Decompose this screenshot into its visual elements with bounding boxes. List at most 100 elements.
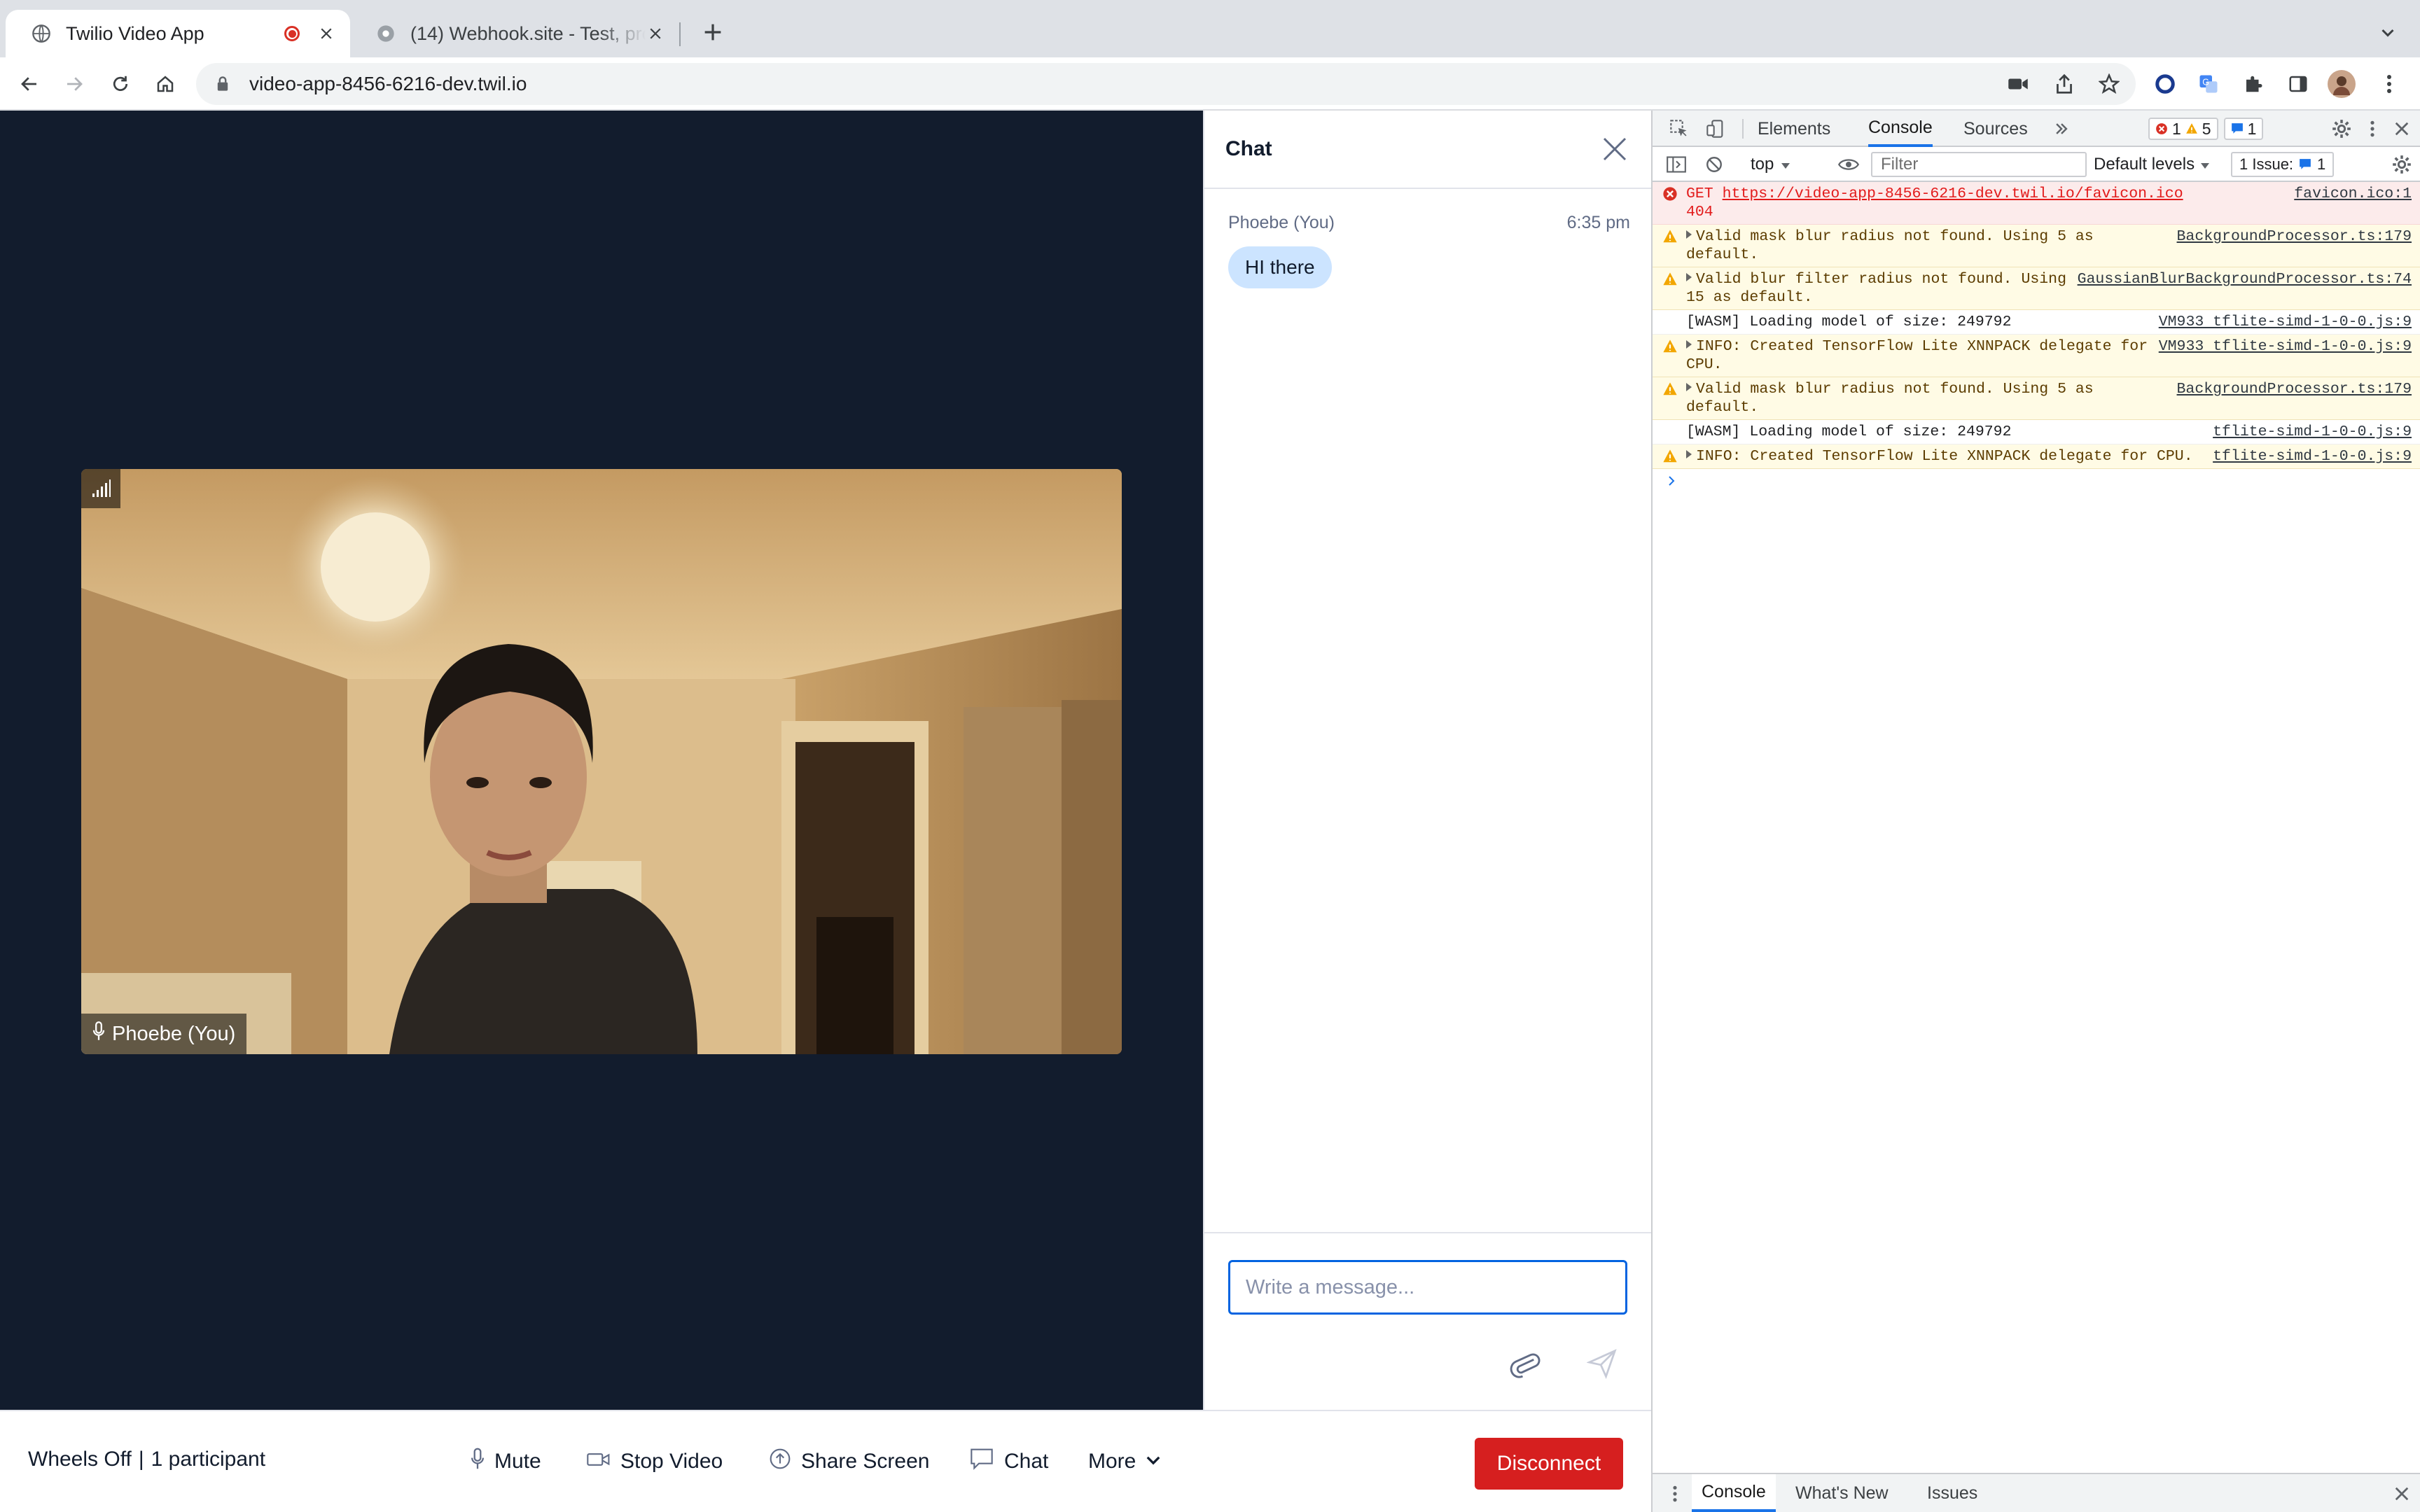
recording-indicator-icon [284,26,300,41]
address-bar[interactable]: video-app-8456-6216-dev.twil.io [196,63,2136,105]
console-line-warning: BackgroundProcessor.ts:179 Valid mask bl… [1653,377,2420,420]
room-info: Wheels Off | 1 participant [28,1448,265,1471]
console-source-link[interactable]: favicon.ico:1 [2294,185,2412,203]
devtools-tab-console[interactable]: Console [1868,111,1933,147]
message-input[interactable] [1228,1260,1627,1315]
console-filter-input[interactable] [1871,152,2087,177]
mute-label: Mute [494,1450,541,1473]
console-message: INFO: Created TensorFlow Lite XNNPACK de… [1686,338,2157,373]
drawer-menu-icon[interactable] [1662,1481,1688,1506]
console-source-link[interactable]: BackgroundProcessor.ts:179 [2177,227,2412,246]
share-icon[interactable] [2049,69,2080,99]
console-source-link[interactable]: BackgroundProcessor.ts:179 [2177,380,2412,398]
attach-file-icon[interactable] [1505,1344,1545,1383]
tab-title: (14) Webhook.site - Test, process and tr… [410,22,646,44]
stop-video-label: Stop Video [620,1450,723,1473]
drawer-tab-issues[interactable]: Issues [1927,1474,1977,1512]
info-badge[interactable]: 1 [2223,118,2264,140]
error-warning-badge[interactable]: 1 5 [2148,118,2218,140]
expand-triangle-icon[interactable] [1686,383,1692,391]
bookmark-star-icon[interactable] [2094,69,2125,99]
profile-avatar-icon[interactable] [2326,69,2357,99]
devtools-tab-elements[interactable]: Elements [1758,111,1830,147]
device-toolbar-icon[interactable] [1703,116,1728,141]
browser-tab-twilio[interactable]: Twilio Video App [6,10,350,57]
devtools-panel: Elements Console Sources 1 5 1 top Filte… [1651,111,2420,1512]
inspect-element-icon[interactable] [1667,116,1692,141]
participant-name: Phoebe (You) [112,1022,236,1045]
console-source-link[interactable]: tflite-simd-1-0-0.js:9 [2213,423,2412,441]
video-stage: Phoebe (You) [0,111,1203,1410]
devtools-tab-sources[interactable]: Sources [1963,111,2028,147]
warning-count: 5 [2202,119,2211,138]
devtools-menu-icon[interactable] [2360,116,2385,141]
context-selector[interactable]: top [1751,153,1790,176]
close-devtools-icon[interactable] [2389,116,2414,141]
share-screen-label: Share Screen [801,1450,930,1473]
disconnect-button[interactable]: Disconnect [1475,1438,1623,1490]
console-line-info: tflite-simd-1-0-0.js:9 [WASM] Loading mo… [1653,420,2420,444]
console-counts[interactable]: 1 5 1 [2148,118,2264,140]
live-expression-eye-icon[interactable] [1836,152,1861,177]
expand-triangle-icon[interactable] [1686,340,1692,349]
close-drawer-icon[interactable] [2389,1481,2414,1506]
console-prompt[interactable] [1653,469,2420,496]
close-icon[interactable] [1599,134,1630,164]
share-screen-icon [769,1448,791,1476]
expand-triangle-icon[interactable] [1686,450,1692,458]
console-source-link[interactable]: VM933 tflite-simd-1-0-0.js:9 [2159,337,2412,356]
warning-icon [1663,340,1677,353]
context-label: top [1751,155,1774,174]
camera-in-use-icon[interactable] [2003,69,2033,99]
extension-circle-icon[interactable] [2150,69,2181,99]
new-tab-icon[interactable] [699,18,727,46]
stop-video-button[interactable]: Stop Video [587,1439,723,1484]
more-label: More [1088,1450,1136,1473]
mute-button[interactable]: Mute [471,1439,541,1484]
chat-title: Chat [1225,137,1272,160]
expand-triangle-icon[interactable] [1686,230,1692,239]
side-panel-icon[interactable] [2283,69,2314,99]
participant-identity: Phoebe (You) [81,1014,247,1054]
clear-console-icon[interactable] [1702,152,1727,177]
console-log: favicon.ico:1 GET https://video-app-8456… [1653,182,2420,496]
sidebar-toggle-icon[interactable] [1664,152,1689,177]
console-source-link[interactable]: GaussianBlurBackgroundProcessor.ts:74 [2078,270,2412,288]
browser-menu-icon[interactable] [2374,69,2405,99]
console-source-link[interactable]: tflite-simd-1-0-0.js:9 [2213,447,2412,465]
console-settings-gear-icon[interactable] [2389,152,2414,177]
message-meta: Phoebe (You) 6:35 pm [1228,213,1630,233]
issues-button[interactable]: 1 Issue: 1 [2231,152,2335,177]
console-source-link[interactable]: VM933 tflite-simd-1-0-0.js:9 [2159,313,2412,331]
lock-icon[interactable] [213,74,232,94]
close-tab-icon[interactable] [317,24,336,43]
send-icon[interactable] [1583,1344,1622,1383]
console-message: Valid blur filter radius not found. Usin… [1686,271,2075,306]
drawer-tab-console[interactable]: Console [1692,1474,1776,1512]
chat-button[interactable]: Chat [969,1439,1048,1484]
log-levels-dropdown[interactable]: Default levels [2094,153,2210,176]
close-tab-icon[interactable] [646,24,665,43]
tab-separator [679,22,681,46]
toolbar-divider [1742,119,1744,139]
console-message: INFO: Created TensorFlow Lite XNNPACK de… [1696,448,2193,465]
forward-arrow-icon[interactable] [59,69,90,99]
tab-search-chevron-icon[interactable] [2374,18,2402,46]
devtools-tabbar: Elements Console Sources 1 5 1 [1653,111,2420,147]
expand-triangle-icon[interactable] [1686,273,1692,281]
more-button[interactable]: More [1088,1439,1161,1484]
settings-gear-icon[interactable] [2329,116,2354,141]
drawer-tab-whats-new[interactable]: What's New [1795,1474,1889,1512]
caret-down-icon [1781,155,1790,174]
extensions-puzzle-icon[interactable] [2238,69,2269,99]
more-tabs-chevron-icon[interactable] [2049,116,2074,141]
browser-tab-webhook[interactable]: (14) Webhook.site - Test, process and tr… [350,10,679,57]
translate-icon[interactable]: G [2193,69,2224,99]
share-screen-button[interactable]: Share Screen [769,1439,929,1484]
back-arrow-icon[interactable] [14,69,45,99]
home-icon[interactable] [150,69,181,99]
warning-icon [1663,449,1677,463]
prompt-chevron-icon [1669,476,1675,486]
reload-icon[interactable] [105,69,136,99]
console-url-link[interactable]: https://video-app-8456-6216-dev.twil.io/… [1723,186,2183,202]
